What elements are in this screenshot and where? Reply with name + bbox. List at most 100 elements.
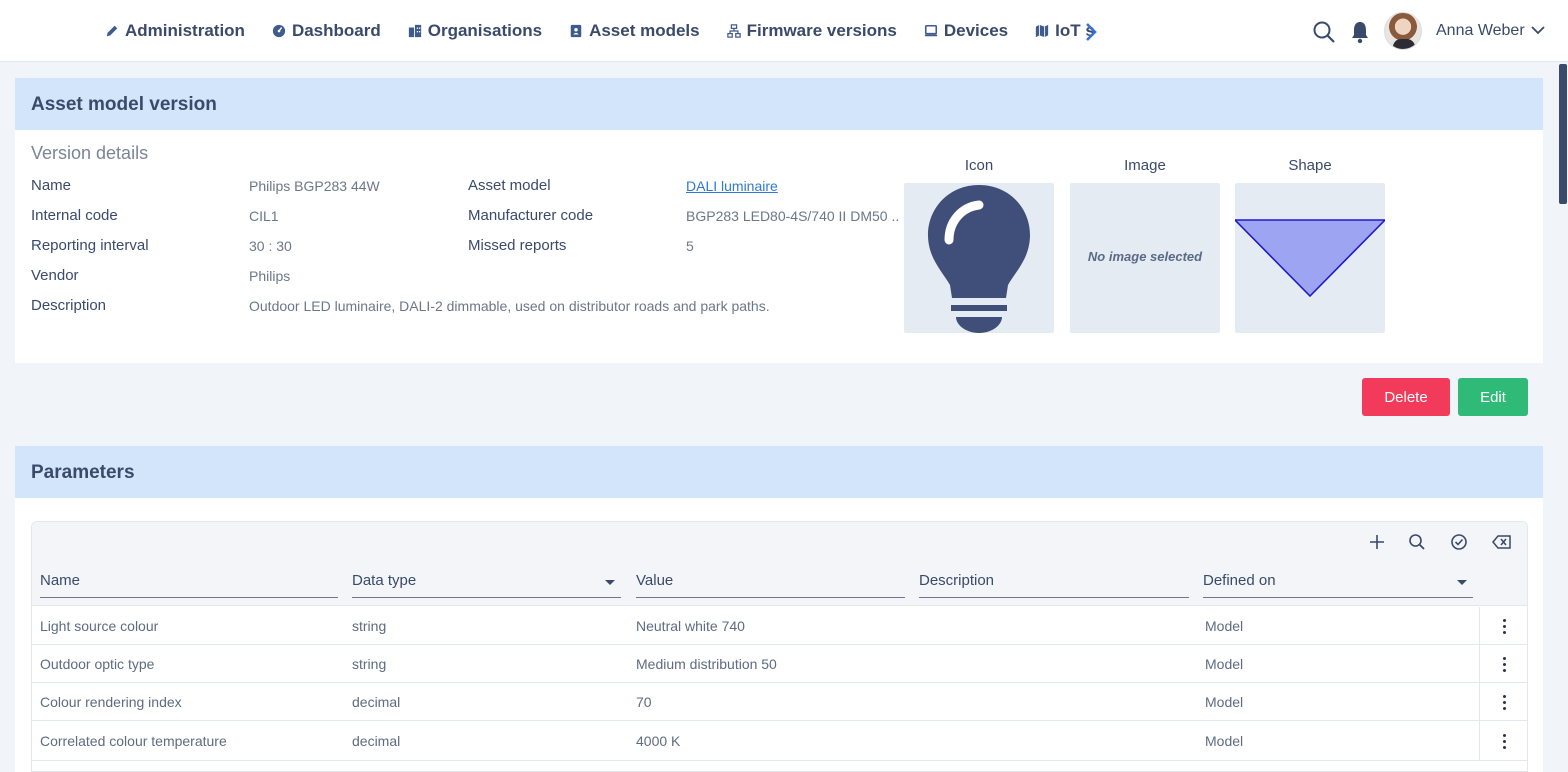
nav-label: Administration bbox=[125, 21, 245, 40]
more-vertical-icon bbox=[1503, 693, 1506, 711]
image-label: Image bbox=[1124, 157, 1166, 174]
cell-name: Outdoor optic type bbox=[40, 656, 155, 672]
cell-value: 70 bbox=[636, 694, 652, 710]
row-menu-button[interactable] bbox=[1479, 645, 1527, 683]
chevron-down-icon[interactable] bbox=[1530, 24, 1546, 36]
nav-label: Dashboard bbox=[291, 21, 381, 40]
map-icon bbox=[1036, 24, 1049, 38]
column-label: Defined on bbox=[1203, 572, 1276, 589]
row-menu-button[interactable] bbox=[1479, 683, 1527, 721]
parameters-section-header: Parameters bbox=[15, 446, 1543, 498]
manufacturer-code-value: BGP283 LED80-4S/740 II DM50 ... bbox=[686, 208, 898, 224]
more-vertical-icon bbox=[1503, 617, 1506, 635]
table-row[interactable]: Correlated colour temperature decimal 40… bbox=[32, 721, 1527, 761]
dropdown-arrow-icon[interactable] bbox=[605, 580, 615, 585]
image-preview: No image selected bbox=[1070, 183, 1220, 333]
section-title: Asset model version bbox=[31, 94, 217, 115]
cell-name: Correlated colour temperature bbox=[40, 733, 227, 749]
column-label: Value bbox=[636, 572, 674, 589]
top-navigation-bar: Administration Dashboard Organisations A… bbox=[0, 0, 1568, 62]
row-menu-button[interactable] bbox=[1479, 721, 1527, 761]
version-section-header: Asset model version bbox=[15, 78, 1543, 130]
cell-data-type: decimal bbox=[352, 694, 401, 710]
nav-label: Firmware versions bbox=[746, 21, 897, 40]
table-row[interactable]: Colour rendering index decimal 70 Model bbox=[32, 683, 1527, 721]
internal-code-value: CIL1 bbox=[249, 208, 279, 224]
column-header-data-type[interactable]: Data type bbox=[352, 572, 621, 598]
pencil-icon bbox=[106, 25, 118, 37]
dashboard-gauge-icon bbox=[272, 24, 286, 38]
missed-reports-value: 5 bbox=[686, 238, 694, 254]
vendor-label: Vendor bbox=[31, 267, 79, 284]
main-nav: Administration Dashboard Organisations A… bbox=[105, 0, 1095, 62]
icon-label: Icon bbox=[964, 157, 994, 174]
edit-button[interactable]: Edit bbox=[1458, 378, 1528, 416]
check-circle-icon[interactable] bbox=[1449, 532, 1469, 552]
nav-asset-models[interactable]: Asset models bbox=[569, 21, 700, 41]
cell-name: Colour rendering index bbox=[40, 694, 182, 710]
row-menu-button[interactable] bbox=[1479, 607, 1527, 645]
avatar[interactable] bbox=[1384, 12, 1422, 50]
lightbulb-icon bbox=[928, 185, 1030, 333]
nav-label: Asset models bbox=[589, 21, 700, 40]
buildings-icon bbox=[408, 24, 421, 38]
table-toolbar bbox=[32, 522, 1527, 560]
asset-model-link[interactable]: DALI luminaire bbox=[686, 178, 778, 194]
bell-icon[interactable] bbox=[1350, 20, 1370, 44]
vendor-value: Philips bbox=[249, 268, 291, 284]
search-icon[interactable] bbox=[1312, 20, 1336, 44]
parameters-table: Name Data type Value Description Defined… bbox=[31, 521, 1528, 772]
cell-data-type: string bbox=[352, 656, 387, 672]
cell-value: Medium distribution 50 bbox=[636, 656, 777, 672]
name-value: Philips BGP283 44W bbox=[249, 178, 380, 194]
nav-administration[interactable]: Administration bbox=[105, 21, 245, 41]
table-row[interactable]: Outdoor optic type string Medium distrib… bbox=[32, 645, 1527, 683]
section-title: Parameters bbox=[31, 462, 135, 483]
user-name[interactable]: Anna Weber bbox=[1436, 22, 1525, 40]
backspace-icon[interactable] bbox=[1491, 532, 1513, 552]
cell-data-type: string bbox=[352, 618, 387, 634]
more-vertical-icon bbox=[1503, 732, 1506, 750]
reporting-interval-value: 30 : 30 bbox=[249, 238, 292, 254]
column-header-description[interactable]: Description bbox=[919, 572, 1189, 598]
scrollbar-thumb[interactable] bbox=[1559, 64, 1567, 204]
icon-preview bbox=[904, 183, 1054, 333]
column-label: Description bbox=[919, 572, 995, 589]
cell-value: Neutral white 740 bbox=[636, 618, 745, 634]
column-header-value[interactable]: Value bbox=[636, 572, 905, 598]
nav-dashboard[interactable]: Dashboard bbox=[272, 21, 381, 41]
search-icon[interactable] bbox=[1407, 532, 1427, 552]
plus-icon[interactable] bbox=[1367, 532, 1387, 552]
nav-label: Organisations bbox=[427, 21, 543, 40]
cell-defined-on: Model bbox=[1205, 656, 1244, 672]
reporting-interval-label: Reporting interval bbox=[31, 237, 149, 254]
table-row[interactable]: Light source colour string Neutral white… bbox=[32, 607, 1527, 645]
nav-organisations[interactable]: Organisations bbox=[408, 21, 542, 41]
shape-label: Shape bbox=[1288, 157, 1332, 174]
name-label: Name bbox=[31, 177, 72, 194]
missed-reports-label: Missed reports bbox=[468, 237, 567, 254]
delete-button[interactable]: Delete bbox=[1362, 378, 1450, 416]
no-image-text: No image selected bbox=[1087, 249, 1203, 264]
manufacturer-code-label: Manufacturer code bbox=[468, 207, 594, 224]
nav-devices[interactable]: Devices bbox=[924, 21, 1008, 41]
asset-model-label: Asset model bbox=[468, 177, 551, 194]
cell-defined-on: Model bbox=[1205, 694, 1244, 710]
triangle-shape bbox=[1233, 219, 1387, 298]
chevron-right-icon[interactable] bbox=[1082, 20, 1100, 44]
nav-firmware-versions[interactable]: Firmware versions bbox=[726, 21, 897, 41]
nav-label: Devices bbox=[943, 21, 1009, 40]
column-header-defined-on[interactable]: Defined on bbox=[1203, 572, 1473, 598]
cell-data-type: decimal bbox=[352, 733, 401, 749]
column-label: Name bbox=[40, 572, 81, 589]
device-icon bbox=[924, 24, 937, 37]
cell-value: 4000 K bbox=[636, 733, 681, 749]
dropdown-arrow-icon[interactable] bbox=[1457, 580, 1467, 585]
shape-preview bbox=[1233, 183, 1387, 333]
column-label: Data type bbox=[352, 572, 417, 589]
table-header: Name Data type Value Description Defined… bbox=[32, 560, 1527, 606]
description-value: Outdoor LED luminaire, DALI-2 dimmable, … bbox=[249, 298, 770, 314]
cell-defined-on: Model bbox=[1205, 733, 1244, 749]
column-header-name[interactable]: Name bbox=[40, 572, 338, 598]
internal-code-label: Internal code bbox=[31, 207, 118, 224]
